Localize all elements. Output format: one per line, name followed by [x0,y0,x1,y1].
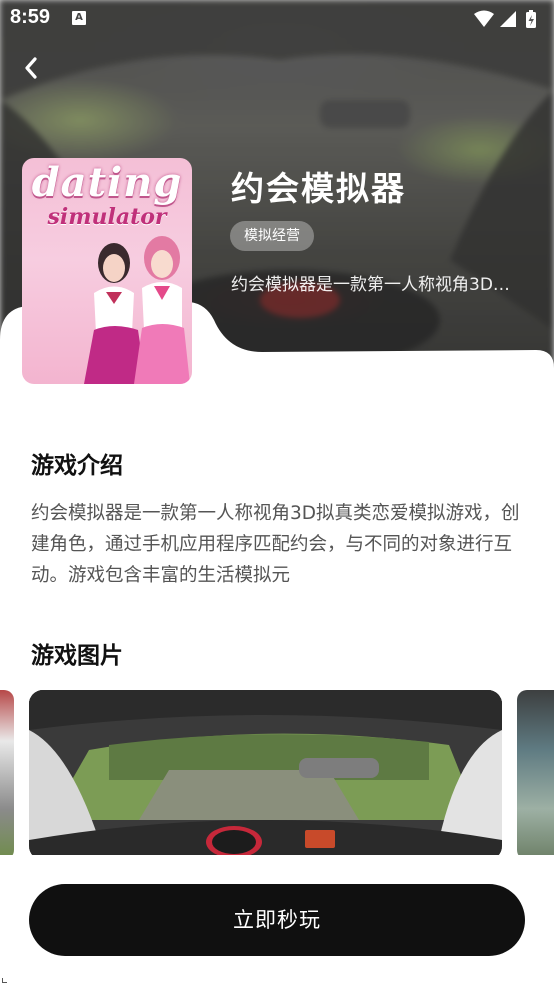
status-time: 8:59 [10,6,51,28]
status-bar: 8:59 A [0,0,554,36]
intro-text: 约会模拟器是一款第一人称视角3D拟真类恋爱模拟游戏，创建角色，通过手机应用程序匹… [31,503,520,586]
game-cover: dating simulator [22,158,192,384]
status-icons [472,8,542,34]
game-title: 约会模拟器 [231,169,406,208]
genre-tag[interactable]: 模拟经营 [230,221,314,251]
wifi-icon [474,10,494,27]
battery-charging-icon [526,10,536,28]
gallery-heading: 游戏图片 [31,643,123,669]
gallery-image-prev[interactable] [0,690,14,860]
intro-heading: 游戏介绍 [31,453,123,479]
corner-mark [2,978,7,983]
play-now-button[interactable]: 立即秒玩 [29,884,525,956]
chevron-left-icon [25,57,37,79]
gallery-image[interactable] [29,690,502,860]
back-button[interactable] [16,52,48,84]
signal-icon [500,11,516,27]
notification-a-icon: A [72,11,86,25]
short-description: 约会模拟器是一款第一人称视角3D拟真类恋爱模拟游戏 [231,275,521,295]
gallery-image-next[interactable] [517,690,554,860]
cover-characters [84,236,190,384]
